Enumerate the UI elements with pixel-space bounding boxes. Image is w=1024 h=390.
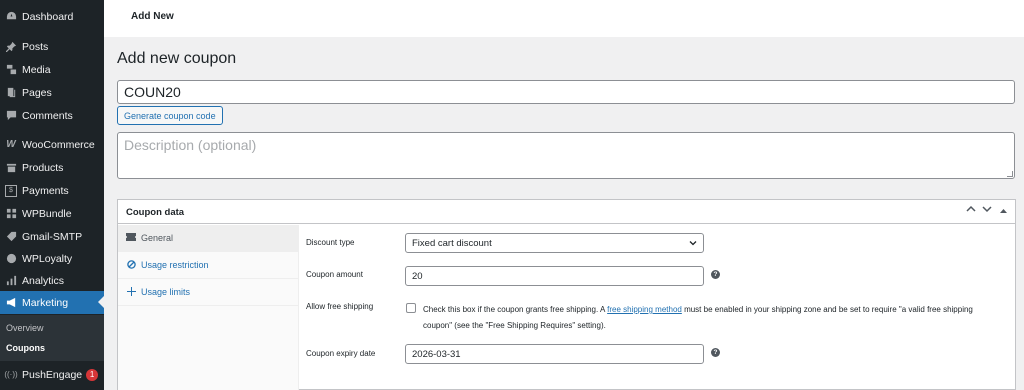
tab-label: Usage limits — [141, 287, 191, 297]
archive-icon — [5, 162, 17, 174]
move-down-icon[interactable] — [982, 205, 992, 216]
block-icon — [125, 259, 137, 271]
sidebar-item-label: Pages — [22, 86, 52, 99]
tab-usage-restriction[interactable]: Usage restriction — [118, 252, 299, 279]
sidebar-item-pushengage[interactable]: ((·)) PushEngage 1 — [0, 363, 104, 386]
free-shipping-label: Allow free shipping — [306, 302, 374, 311]
discount-type-label: Discount type — [306, 238, 355, 247]
sidebar-item-posts[interactable]: Posts — [0, 35, 104, 58]
tab-general[interactable]: General — [118, 225, 299, 252]
sidebar-item-label: Media — [22, 63, 51, 76]
move-up-icon[interactable] — [966, 205, 976, 216]
sidebar-item-analytics[interactable]: Analytics — [0, 269, 104, 292]
discount-type-select[interactable]: Fixed cart discount — [405, 233, 704, 253]
coupon-tabs: General Usage restriction Usage limits — [118, 225, 299, 390]
coupon-amount-label: Coupon amount — [306, 270, 363, 279]
dashboard-icon — [5, 11, 17, 23]
sidebar-item-label: PushEngage — [22, 368, 83, 381]
expiry-date-value: 2026-03-31 — [412, 348, 461, 360]
help-icon[interactable]: ? — [711, 348, 720, 357]
sidebar-item-label: Comments — [22, 109, 73, 122]
pages-icon — [5, 87, 17, 99]
sidebar-item-media[interactable]: Media — [0, 58, 104, 81]
help-icon[interactable]: ? — [711, 270, 720, 279]
coupon-amount-value: 20 — [412, 270, 423, 282]
megaphone-icon — [5, 297, 17, 309]
free-shipping-text: Check this box if the coupon grants free… — [423, 305, 608, 314]
sidebar-item-wployalty[interactable]: WPLoyalty — [0, 247, 104, 270]
description-wrapper — [117, 132, 1015, 179]
sidebar-item-label: Gmail-SMTP — [22, 230, 83, 243]
submenu-item-coupons[interactable]: Coupons — [6, 343, 45, 353]
loyalty-icon — [5, 253, 17, 265]
grid-icon — [5, 208, 17, 220]
admin-sidebar: Dashboard Posts Media Pages Comments W W… — [0, 0, 104, 390]
free-shipping-method-link[interactable]: free shipping method — [607, 305, 682, 314]
sidebar-item-products[interactable]: Products — [0, 156, 104, 179]
sidebar-item-woocommerce[interactable]: W WooCommerce — [0, 133, 104, 156]
tab-label: Usage restriction — [141, 260, 209, 270]
discount-type-value: Fixed cart discount — [412, 237, 492, 249]
sidebar-item-comments[interactable]: Comments — [0, 104, 104, 127]
generate-coupon-button[interactable]: Generate coupon code — [117, 106, 223, 125]
sidebar-item-label: Analytics — [22, 274, 65, 287]
dollar-icon: $ — [5, 184, 17, 197]
ticket-icon — [125, 233, 137, 243]
collapse-toggle-icon[interactable] — [1000, 206, 1007, 217]
page-title: Add new coupon — [117, 50, 237, 67]
free-shipping-description: Check this box if the coupon grants free… — [423, 302, 998, 334]
panel-header: Coupon data — [118, 200, 1015, 224]
broadcast-icon: ((·)) — [4, 370, 18, 379]
expiry-date-label: Coupon expiry date — [306, 349, 376, 358]
tab-usage-limits[interactable]: Usage limits — [118, 279, 299, 306]
notification-badge: 1 — [86, 368, 99, 381]
active-indicator — [98, 296, 104, 308]
woocommerce-icon: W — [6, 139, 16, 150]
sidebar-item-label: WPBundle — [22, 207, 72, 220]
comment-icon — [5, 110, 17, 122]
sidebar-item-label: Products — [22, 161, 64, 174]
resize-handle[interactable] — [1007, 171, 1013, 177]
expiry-date-input[interactable]: 2026-03-31 — [405, 344, 704, 364]
sidebar-item-payments[interactable]: $ Payments — [0, 179, 104, 202]
media-icon — [5, 64, 17, 76]
chart-icon — [5, 275, 17, 287]
free-shipping-checkbox[interactable] — [406, 303, 416, 313]
coupon-amount-input[interactable]: 20 — [405, 266, 704, 286]
sidebar-item-label: Marketing — [22, 296, 69, 309]
submenu-item-overview[interactable]: Overview — [6, 323, 44, 333]
sidebar-item-label: WooCommerce — [22, 138, 95, 151]
marketing-submenu: Overview Coupons — [0, 315, 104, 361]
sidebar-item-label: Dashboard — [22, 10, 74, 23]
description-textarea[interactable] — [117, 132, 1015, 179]
topbar-title: Add New — [131, 11, 174, 22]
coupon-data-panel: Coupon data General Usage restriction Us… — [117, 199, 1016, 390]
pin-icon — [5, 41, 17, 53]
sidebar-item-dashboard[interactable]: Dashboard — [0, 5, 104, 28]
plus-icon — [125, 286, 137, 298]
tab-label: General — [141, 233, 174, 243]
sidebar-item-gmail-smtp[interactable]: Gmail-SMTP — [0, 225, 104, 248]
sidebar-item-pages[interactable]: Pages — [0, 81, 104, 104]
top-bar: Add New — [104, 0, 1024, 37]
sidebar-item-label: WPLoyalty — [22, 252, 73, 265]
sidebar-item-wpbundle[interactable]: WPBundle — [0, 202, 104, 225]
panel-title: Coupon data — [126, 207, 185, 218]
sidebar-item-label: Payments — [22, 184, 69, 197]
sidebar-item-marketing[interactable]: Marketing — [0, 291, 104, 314]
coupon-code-input[interactable] — [117, 80, 1015, 104]
chevron-down-icon — [689, 239, 697, 247]
tag-icon — [5, 231, 17, 243]
sidebar-item-label: Posts — [22, 40, 49, 53]
